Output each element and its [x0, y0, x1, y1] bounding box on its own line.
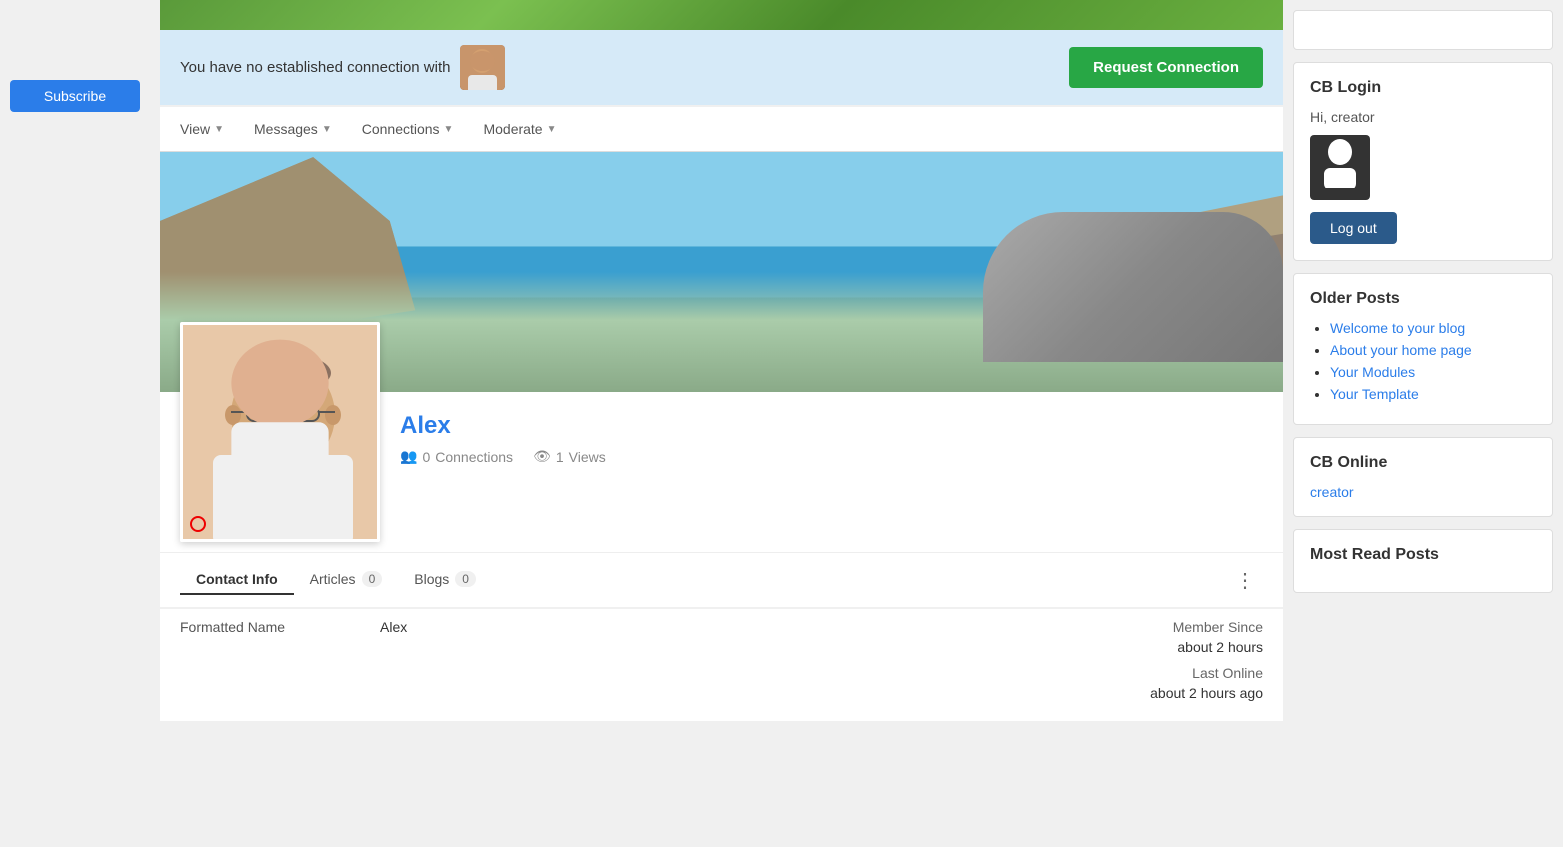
login-avatar — [1310, 135, 1370, 200]
nav-view[interactable]: View ▼ — [180, 121, 224, 137]
list-item: About your home page — [1330, 342, 1536, 358]
formatted-name-row: Formatted Name Alex — [180, 619, 1150, 635]
connections-icon: 👥 — [400, 448, 417, 465]
nav-connections-arrow: ▼ — [444, 124, 454, 135]
connection-avatar — [460, 45, 505, 90]
profile-name: Alex — [400, 412, 1263, 440]
list-item: Your Modules — [1330, 364, 1536, 380]
views-stat: 👁 1 Views — [533, 448, 606, 465]
nav-messages[interactable]: Messages ▼ — [254, 121, 332, 137]
logout-button[interactable]: Log out — [1310, 212, 1397, 244]
nav-moderate[interactable]: Moderate ▼ — [483, 121, 556, 137]
views-icon: 👁 — [533, 448, 551, 465]
formatted-name-value: Alex — [380, 619, 407, 635]
connection-bar: You have no established connection with — [160, 30, 1283, 105]
profile-area: Alex 👥 0 Connections 👁 1 Views — [160, 152, 1283, 607]
connections-count: 0 — [422, 449, 430, 465]
older-post-link-1[interactable]: About your home page — [1330, 342, 1472, 358]
avatar-person-icon — [1320, 138, 1360, 197]
profile-info-row: Alex 👥 0 Connections 👁 1 Views — [160, 392, 1283, 552]
left-sidebar: Subscribe — [0, 0, 160, 847]
profile-avatar-wrap — [180, 322, 380, 542]
blogs-badge: 0 — [455, 571, 476, 587]
connections-label: Connections — [435, 449, 513, 465]
tab-contact-info[interactable]: Contact Info — [180, 565, 294, 595]
older-posts-title: Older Posts — [1310, 290, 1536, 308]
request-connection-button[interactable]: Request Connection — [1069, 47, 1263, 88]
top-widget — [1293, 10, 1553, 50]
cb-login-title: CB Login — [1310, 79, 1536, 97]
member-since-value: about 2 hours — [1150, 639, 1263, 655]
fields-right: Member Since about 2 hours Last Online a… — [1150, 619, 1263, 711]
connection-text: You have no established connection with — [180, 59, 450, 76]
cb-online-title: CB Online — [1310, 454, 1536, 472]
older-post-link-2[interactable]: Your Modules — [1330, 364, 1415, 380]
views-count: 1 — [556, 449, 564, 465]
nav-view-arrow: ▼ — [214, 124, 224, 135]
views-label: Views — [569, 449, 606, 465]
cb-online-user[interactable]: creator — [1310, 484, 1354, 500]
top-banner — [160, 0, 1283, 30]
list-item: Welcome to your blog — [1330, 320, 1536, 336]
last-online-value: about 2 hours ago — [1150, 685, 1263, 701]
list-item: Your Template — [1330, 386, 1536, 402]
older-posts-widget: Older Posts Welcome to your blog About y… — [1293, 273, 1553, 425]
cb-login-greeting: Hi, creator — [1310, 109, 1536, 125]
profile-nav: View ▼ Messages ▼ Connections ▼ Moderate… — [160, 107, 1283, 152]
contact-info-section: Formatted Name Alex Member Since about 2… — [160, 609, 1283, 721]
member-since-label: Member Since — [1150, 619, 1263, 635]
articles-badge: 0 — [362, 571, 383, 587]
connection-message: You have no established connection with — [180, 45, 505, 90]
most-read-posts-widget: Most Read Posts — [1293, 529, 1553, 593]
last-online-label: Last Online — [1150, 665, 1263, 681]
cb-login-widget: CB Login Hi, creator Log out — [1293, 62, 1553, 261]
right-sidebar: CB Login Hi, creator Log out Older Posts… — [1283, 0, 1563, 847]
profile-stats: 👥 0 Connections 👁 1 Views — [400, 448, 1263, 465]
most-read-posts-title: Most Read Posts — [1310, 546, 1536, 564]
nav-messages-arrow: ▼ — [322, 124, 332, 135]
fields-left: Formatted Name Alex — [180, 619, 1150, 711]
online-status-dot — [190, 516, 206, 532]
cb-online-widget: CB Online creator — [1293, 437, 1553, 517]
profile-details: Alex 👥 0 Connections 👁 1 Views — [400, 402, 1263, 465]
tab-articles[interactable]: Articles 0 — [294, 565, 399, 595]
subscribe-button[interactable]: Subscribe — [10, 80, 140, 112]
profile-avatar — [180, 322, 380, 542]
tab-blogs[interactable]: Blogs 0 — [398, 565, 492, 595]
connection-avatar-image — [460, 45, 505, 90]
nav-connections[interactable]: Connections ▼ — [362, 121, 454, 137]
connections-stat: 👥 0 Connections — [400, 448, 513, 465]
main-content: You have no established connection with — [160, 0, 1283, 847]
tab-more-button[interactable]: ⋮ — [1227, 568, 1263, 593]
older-post-link-0[interactable]: Welcome to your blog — [1330, 320, 1465, 336]
formatted-name-label: Formatted Name — [180, 619, 380, 635]
tab-bar: Contact Info Articles 0 Blogs 0 ⋮ — [160, 552, 1283, 607]
older-post-link-3[interactable]: Your Template — [1330, 386, 1419, 402]
nav-moderate-arrow: ▼ — [547, 124, 557, 135]
older-posts-list: Welcome to your blog About your home pag… — [1310, 320, 1536, 402]
